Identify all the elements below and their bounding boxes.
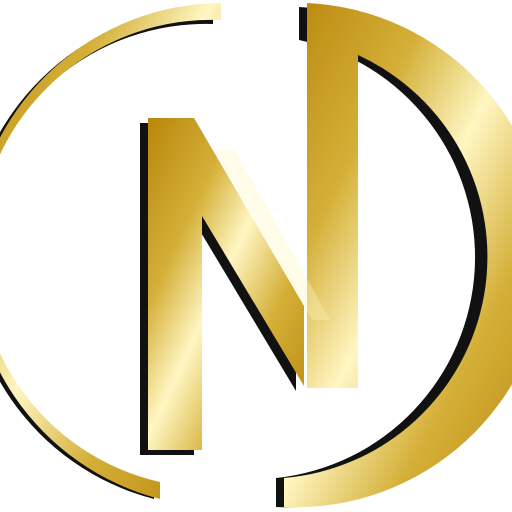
logo-canvas [0, 0, 512, 512]
gold-n-monogram-logo [0, 3, 512, 508]
